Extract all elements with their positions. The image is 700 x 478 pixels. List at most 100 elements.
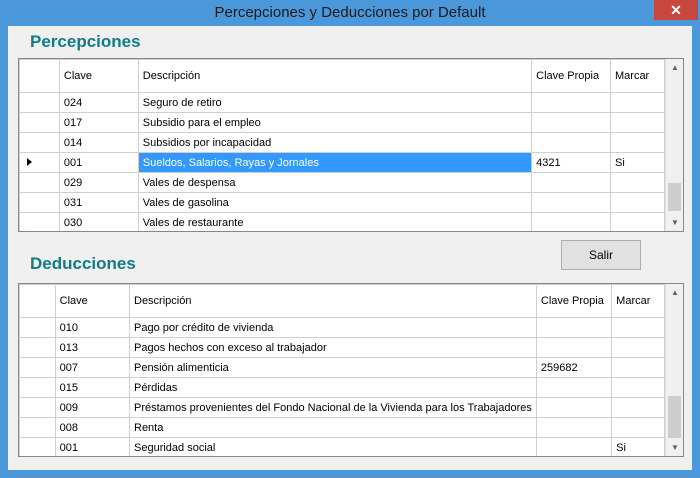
cell-marcar[interactable]: [611, 337, 665, 358]
cell-marcar[interactable]: [611, 317, 665, 338]
column-header-clave[interactable]: Clave: [58, 59, 139, 93]
cell-descripcion[interactable]: Vales de despensa: [137, 172, 533, 193]
cell-clave-propia[interactable]: 4321: [531, 152, 611, 173]
cell-clave[interactable]: 017: [58, 112, 139, 133]
table-row[interactable]: 001 Sueldos, Salarios, Rayas y Jornales 43…: [19, 152, 665, 173]
deducciones-scroll-thumb[interactable]: [668, 396, 681, 438]
cell-descripcion[interactable]: Sueldos, Salarios, Rayas y Jornales: [137, 152, 533, 173]
close-button[interactable]: ✕: [654, 0, 698, 20]
cell-marcar[interactable]: [610, 112, 665, 133]
cell-descripcion[interactable]: Pago por crédito de vivienda: [129, 317, 537, 338]
cell-clave-propia[interactable]: [531, 212, 611, 231]
cell-marcar[interactable]: [610, 92, 665, 113]
cell-marcar[interactable]: [611, 357, 665, 378]
cell-marcar[interactable]: Si: [611, 437, 665, 456]
table-row[interactable]: 024 Seguro de retiro: [19, 92, 665, 113]
cell-descripcion[interactable]: Préstamos provenientes del Fondo Naciona…: [129, 397, 537, 418]
cell-clave[interactable]: 010: [54, 317, 131, 338]
table-row[interactable]: 017 Subsidio para el empleo: [19, 112, 665, 133]
row-header[interactable]: [19, 112, 60, 133]
table-row[interactable]: 010 Pago por crédito de vivienda: [19, 317, 665, 338]
salir-button[interactable]: Salir: [561, 240, 641, 270]
table-row[interactable]: 009 Préstamos provenientes del Fondo Naci…: [19, 397, 665, 418]
cell-clave-propia[interactable]: [535, 417, 613, 438]
table-row[interactable]: 008 Renta: [19, 417, 665, 438]
cell-clave[interactable]: 001: [58, 152, 139, 173]
cell-marcar[interactable]: [610, 192, 665, 213]
table-row[interactable]: 015 Pérdidas: [19, 377, 665, 398]
cell-descripcion[interactable]: Pagos hechos con exceso al trabajador: [129, 337, 537, 358]
column-header-clave[interactable]: Clave: [54, 284, 131, 318]
cell-marcar[interactable]: Si: [610, 152, 665, 173]
row-header[interactable]: [19, 92, 60, 113]
cell-descripcion[interactable]: Renta: [129, 417, 537, 438]
row-header[interactable]: [19, 397, 56, 418]
cell-clave[interactable]: 009: [54, 397, 131, 418]
cell-clave[interactable]: 024: [58, 92, 139, 113]
cell-clave-propia[interactable]: [535, 437, 613, 456]
cell-clave-propia[interactable]: [535, 337, 613, 358]
table-row[interactable]: 001 Seguridad social Si: [19, 437, 665, 456]
cell-marcar[interactable]: [611, 417, 665, 438]
table-row[interactable]: 014 Subsidios por incapacidad: [19, 132, 665, 153]
table-row[interactable]: 007 Pensión alimenticia 259682: [19, 357, 665, 378]
row-header[interactable]: [19, 152, 60, 173]
row-header[interactable]: [19, 172, 60, 193]
column-header-marcar[interactable]: Marcar: [611, 284, 665, 318]
cell-descripcion[interactable]: Pensión alimenticia: [129, 357, 537, 378]
cell-descripcion[interactable]: Vales de restaurante: [137, 212, 533, 231]
percepciones-scrollbar[interactable]: ▲ ▼: [665, 59, 683, 231]
row-header[interactable]: [19, 357, 56, 378]
table-row[interactable]: 029 Vales de despensa: [19, 172, 665, 193]
cell-clave-propia[interactable]: [535, 317, 613, 338]
chevron-down-icon[interactable]: ▼: [666, 439, 683, 456]
cell-clave[interactable]: 001: [54, 437, 131, 456]
chevron-up-icon[interactable]: ▲: [666, 59, 683, 76]
cell-clave-propia[interactable]: [531, 172, 611, 193]
cell-clave[interactable]: 014: [58, 132, 139, 153]
row-header[interactable]: [19, 417, 56, 438]
cell-descripcion[interactable]: Vales de gasolina: [137, 192, 533, 213]
percepciones-scroll-thumb[interactable]: [668, 183, 681, 211]
chevron-down-icon[interactable]: ▼: [666, 214, 683, 231]
cell-marcar[interactable]: [610, 172, 665, 193]
column-header-descripcion[interactable]: Descripción: [137, 59, 533, 93]
cell-clave-propia[interactable]: [531, 112, 611, 133]
row-header[interactable]: [19, 192, 60, 213]
row-header[interactable]: [19, 437, 56, 456]
cell-clave[interactable]: 030: [58, 212, 139, 231]
cell-descripcion[interactable]: Subsidio para el empleo: [137, 112, 533, 133]
title-bar[interactable]: Percepciones y Deducciones por Default ✕: [0, 0, 700, 26]
table-row[interactable]: 031 Vales de gasolina: [19, 192, 665, 213]
table-row[interactable]: 013 Pagos hechos con exceso al trabajador: [19, 337, 665, 358]
deducciones-grid[interactable]: Clave Descripción Clave Propia Marcar 01…: [18, 283, 684, 457]
percepciones-grid[interactable]: Clave Descripción Clave Propia Marcar 02…: [18, 58, 684, 232]
column-header-descripcion[interactable]: Descripción: [129, 284, 537, 318]
deducciones-scrollbar[interactable]: ▲ ▼: [665, 284, 683, 456]
table-row[interactable]: 030 Vales de restaurante: [19, 212, 665, 231]
row-header[interactable]: [19, 377, 56, 398]
cell-descripcion[interactable]: Subsidios por incapacidad: [137, 132, 533, 153]
chevron-up-icon[interactable]: ▲: [666, 284, 683, 301]
cell-descripcion[interactable]: Seguro de retiro: [137, 92, 533, 113]
cell-clave[interactable]: 007: [54, 357, 131, 378]
cell-clave-propia[interactable]: [535, 377, 613, 398]
cell-clave-propia[interactable]: [535, 397, 613, 418]
cell-clave[interactable]: 013: [54, 337, 131, 358]
cell-descripcion[interactable]: Pérdidas: [129, 377, 537, 398]
column-header-clave-propia[interactable]: Clave Propia: [535, 284, 613, 318]
cell-clave[interactable]: 029: [58, 172, 139, 193]
cell-marcar[interactable]: [610, 132, 665, 153]
column-header-marcar[interactable]: Marcar: [610, 59, 665, 93]
cell-clave-propia[interactable]: [531, 92, 611, 113]
cell-clave-propia[interactable]: 259682: [535, 357, 613, 378]
cell-marcar[interactable]: [611, 397, 665, 418]
cell-clave-propia[interactable]: [531, 192, 611, 213]
cell-marcar[interactable]: [610, 212, 665, 231]
cell-descripcion[interactable]: Seguridad social: [129, 437, 537, 456]
cell-clave[interactable]: 031: [58, 192, 139, 213]
column-header-clave-propia[interactable]: Clave Propia: [531, 59, 611, 93]
row-header[interactable]: [19, 132, 60, 153]
row-header[interactable]: [19, 212, 60, 231]
row-header[interactable]: [19, 337, 56, 358]
